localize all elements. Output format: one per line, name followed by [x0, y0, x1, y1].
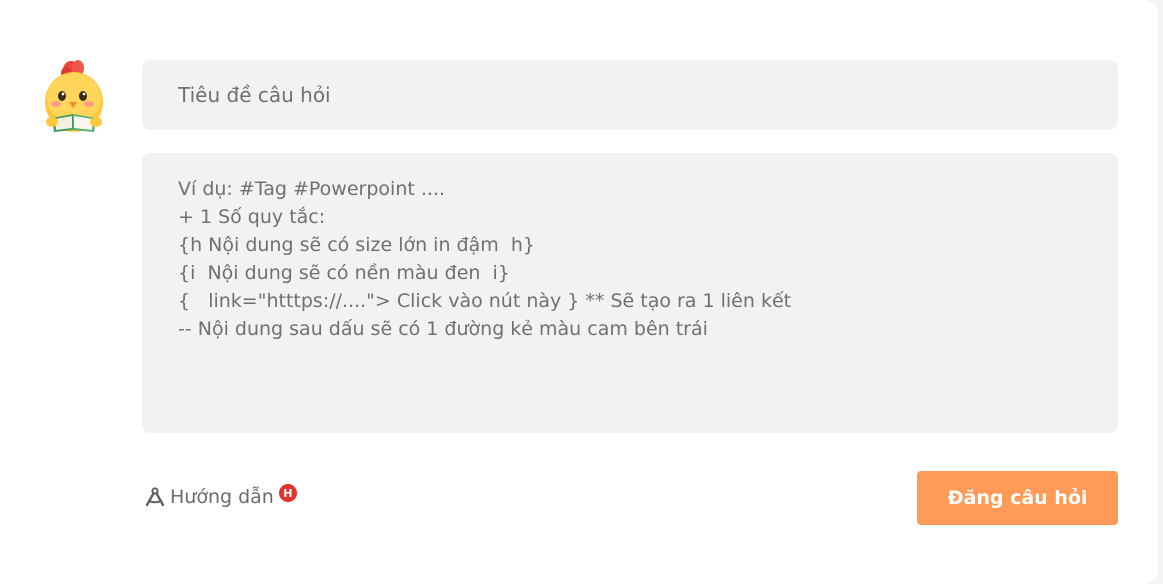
chick-mascot-icon — [45, 60, 103, 132]
question-title-input[interactable] — [142, 60, 1118, 130]
guide-link[interactable]: Hướng dẫn H — [144, 483, 297, 511]
compass-icon — [144, 486, 166, 508]
guide-badge: H — [278, 484, 297, 502]
avatar — [42, 58, 108, 136]
question-content-textarea[interactable] — [142, 153, 1118, 433]
guide-label: Hướng dẫn — [170, 486, 274, 508]
post-question-button[interactable]: Đăng câu hỏi — [917, 471, 1118, 525]
question-form-card: Hướng dẫn H Đăng câu hỏi — [0, 0, 1158, 584]
